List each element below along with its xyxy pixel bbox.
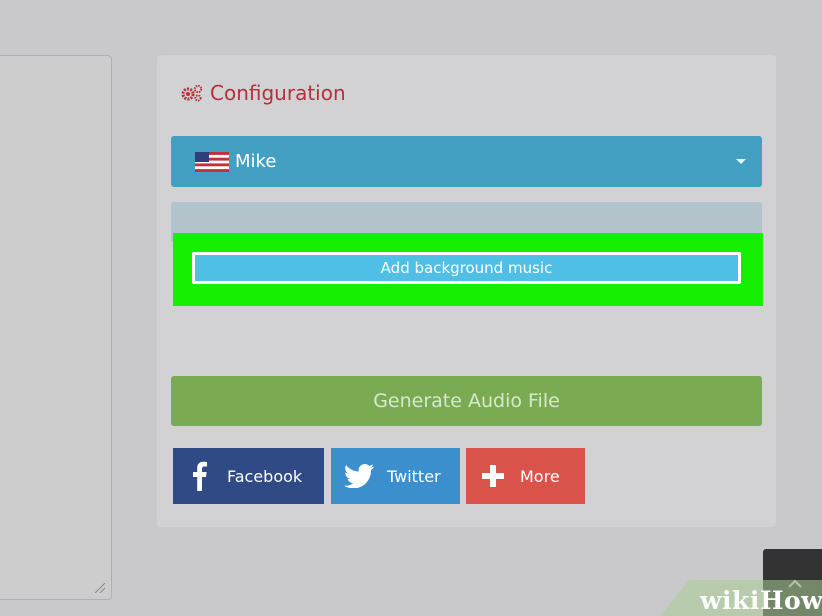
configuration-title: Configuration [210, 81, 346, 105]
add-background-music-button[interactable]: Add background music [192, 252, 741, 284]
wikihow-watermark: wikiHow [700, 586, 822, 615]
caret-down-icon [736, 159, 746, 164]
watermark-wiki: wiki [700, 586, 760, 615]
twitter-share-button[interactable]: Twitter [331, 448, 460, 504]
more-label: More [520, 466, 560, 486]
watermark-how: How [759, 586, 822, 615]
voice-selected-label: Mike [235, 151, 277, 172]
facebook-label: Facebook [227, 466, 303, 486]
facebook-icon [193, 461, 207, 491]
facebook-share-button[interactable]: Facebook [173, 448, 324, 504]
resize-handle-icon[interactable] [95, 583, 105, 593]
gears-icon [181, 84, 203, 102]
voice-select-dropdown[interactable]: Mike [171, 136, 762, 187]
generate-audio-button[interactable]: Generate Audio File [171, 376, 762, 426]
configuration-header: Configuration [180, 78, 346, 108]
twitter-icon [344, 464, 374, 488]
plus-icon [482, 465, 504, 487]
twitter-label: Twitter [387, 466, 441, 486]
more-share-button[interactable]: More [466, 448, 585, 504]
us-flag-icon [195, 151, 229, 172]
text-input-area[interactable] [0, 55, 112, 600]
